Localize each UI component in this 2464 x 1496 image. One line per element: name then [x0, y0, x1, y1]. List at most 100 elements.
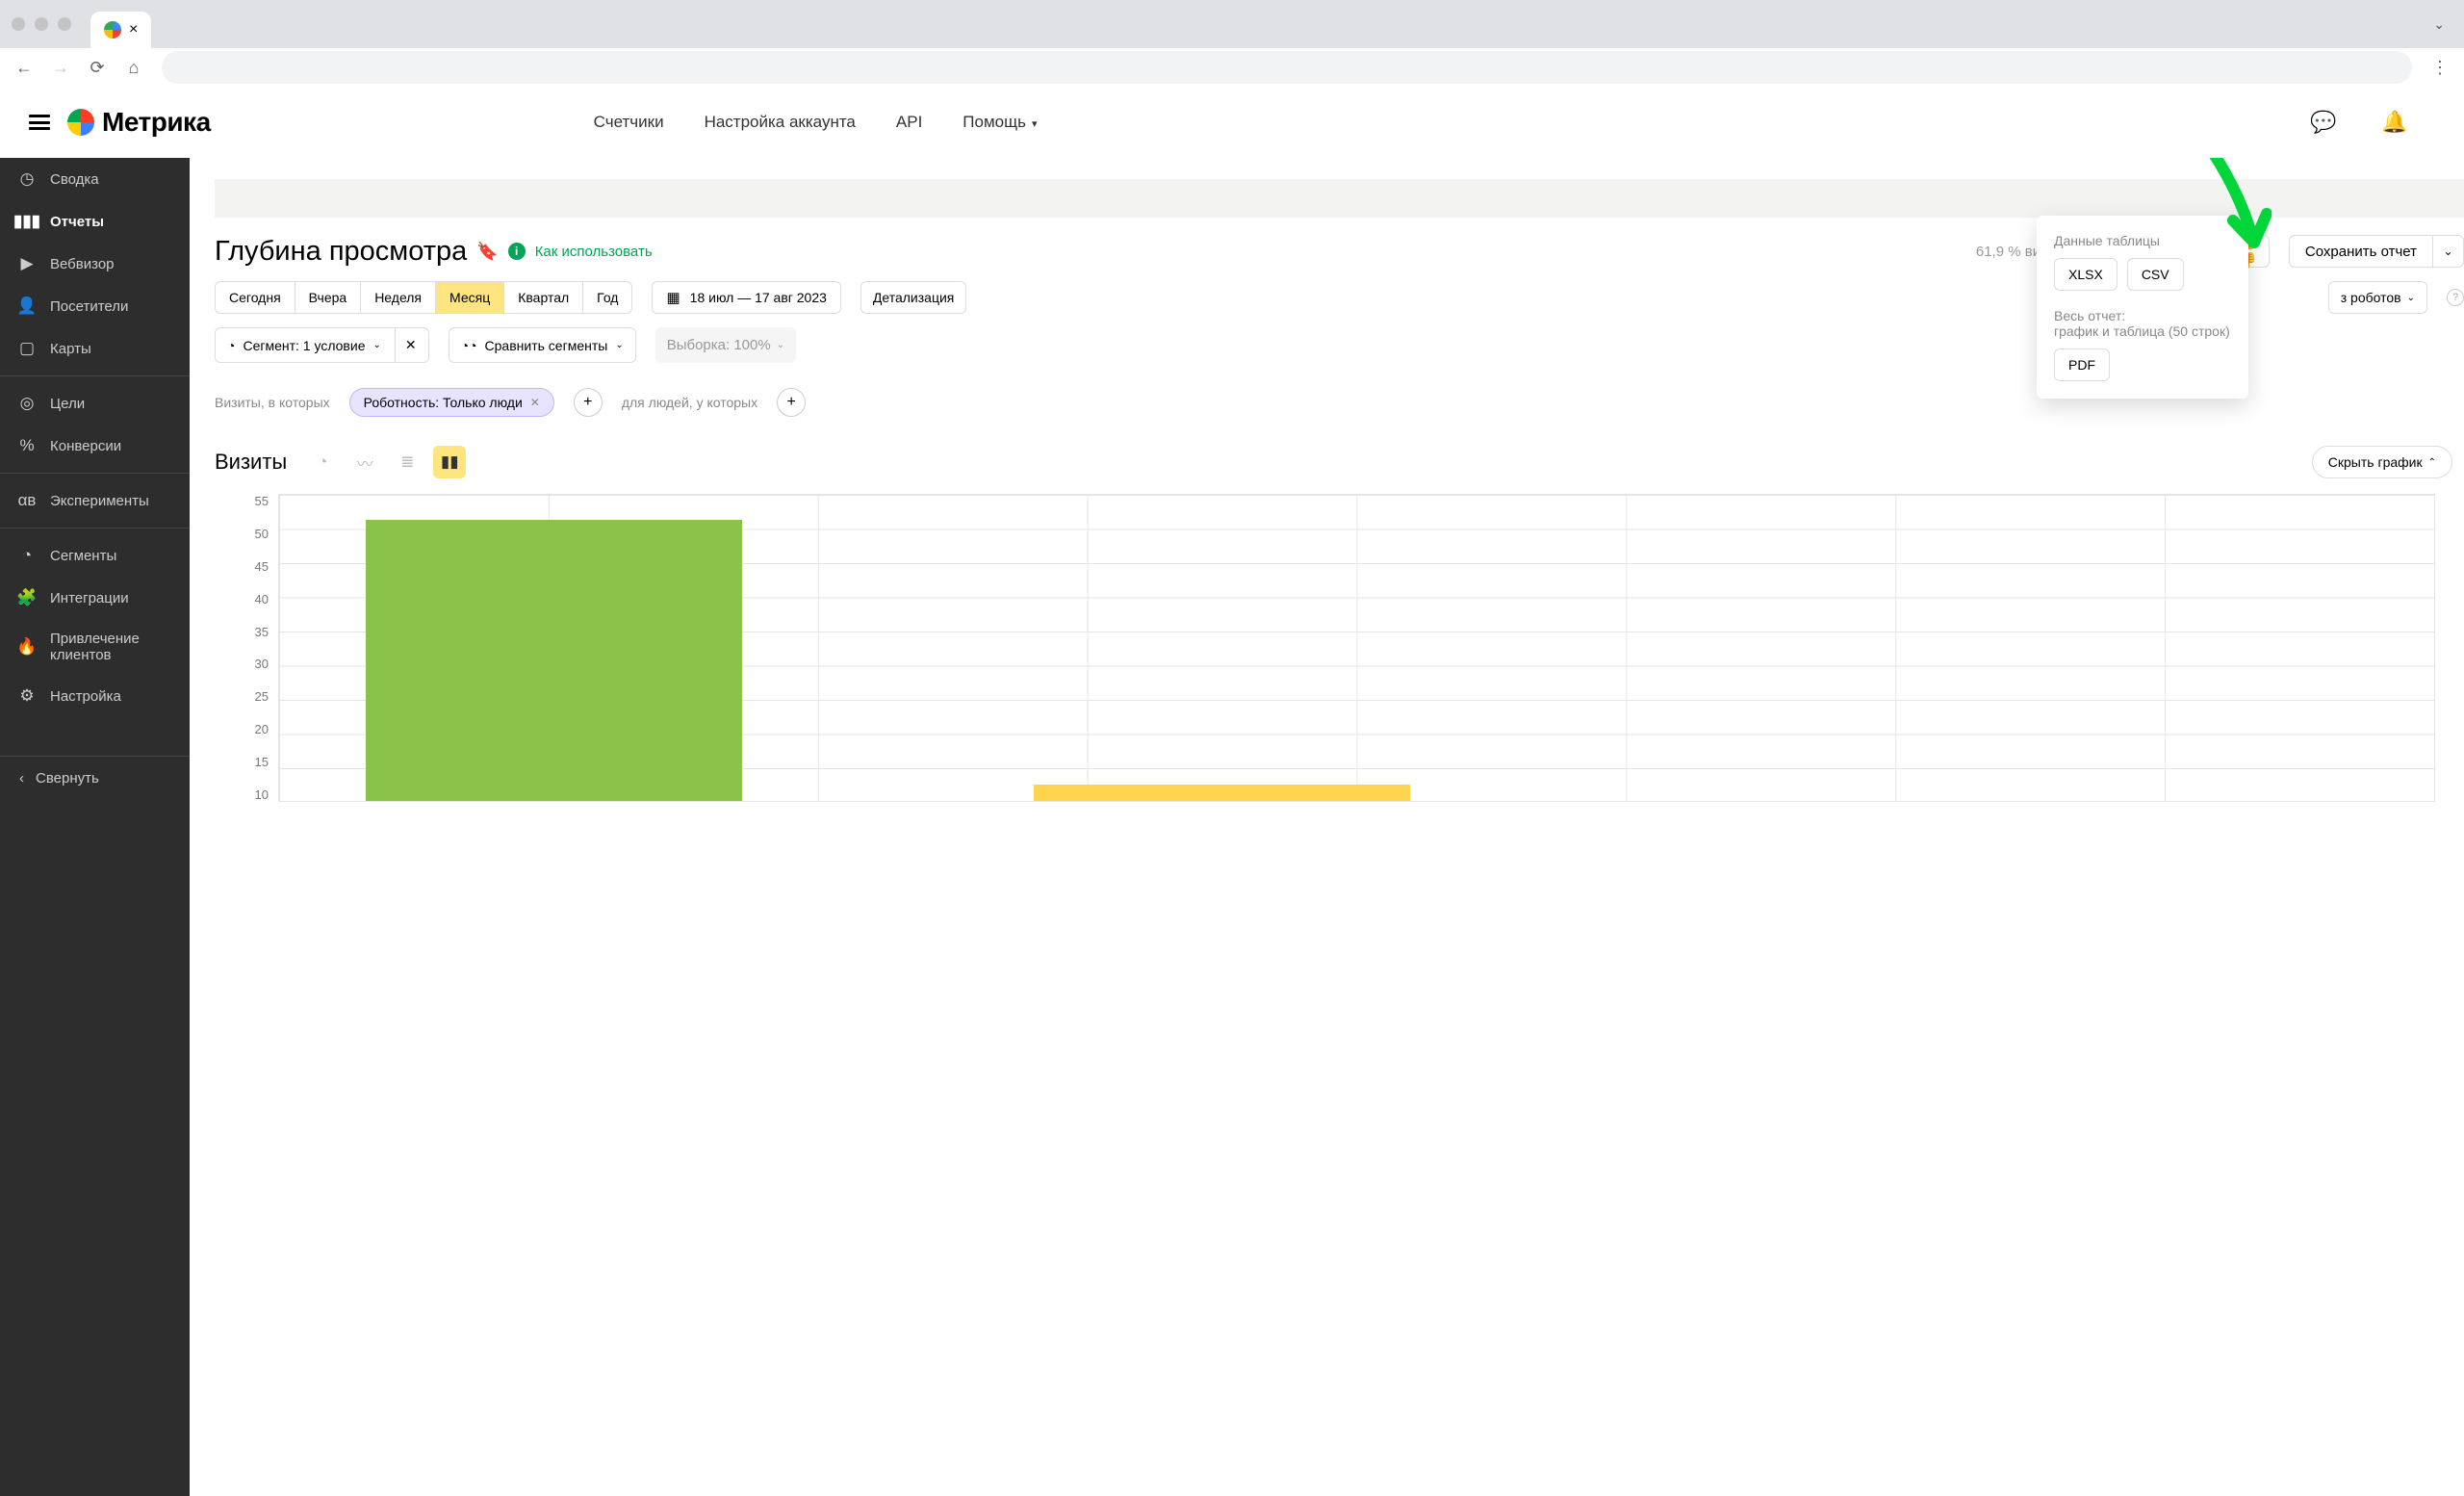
compare-segments-button[interactable]: ◔◔ Сравнить сегменты ⌄: [449, 327, 636, 363]
plot-area[interactable]: [278, 494, 2435, 802]
nav-back-icon[interactable]: ←: [10, 53, 38, 82]
export-table-title: Данные таблицы: [2054, 233, 2231, 248]
nav-counters[interactable]: Счетчики: [594, 113, 664, 132]
info-icon: i: [508, 243, 526, 260]
period-month[interactable]: Месяц: [435, 281, 504, 314]
nav-help[interactable]: Помощь: [962, 113, 1037, 132]
pill-remove-icon[interactable]: ✕: [530, 396, 540, 409]
nav-reload-icon[interactable]: ⟳: [83, 53, 112, 82]
sample-selector[interactable]: Выборка: 100%⌄: [655, 327, 796, 363]
sidebar-label: Карты: [50, 341, 91, 357]
export-full-title: Весь отчет: график и таблица (50 строк): [2054, 308, 2231, 339]
chart-type-line-icon[interactable]: 〰: [348, 446, 381, 478]
chevron-up-icon: ⌃: [2428, 457, 2436, 468]
window-close-icon[interactable]: [12, 17, 25, 31]
sidebar-item-integrations[interactable]: 🧩Интеграции: [0, 577, 190, 619]
save-report-label: Сохранить отчет: [2290, 244, 2432, 260]
chart-type-donut-icon[interactable]: ◔: [306, 446, 339, 478]
export-csv-button[interactable]: CSV: [2127, 258, 2184, 291]
logo[interactable]: Метрика: [67, 107, 211, 138]
period-today[interactable]: Сегодня: [215, 281, 295, 314]
chart-type-area-icon[interactable]: ≣: [391, 446, 424, 478]
top-nav: Счетчики Настройка аккаунта API Помощь: [594, 113, 1038, 132]
favicon-icon: [104, 21, 121, 39]
browser-chrome: × ⌄ ← → ⟳ ⌂ ⋮: [0, 0, 2464, 87]
window-maximize-icon[interactable]: [58, 17, 71, 31]
bell-icon[interactable]: 🔔: [2381, 110, 2406, 135]
nav-home-icon[interactable]: ⌂: [119, 53, 148, 82]
sidebar-item-reports[interactable]: ▮▮▮ Отчеты: [0, 200, 190, 243]
sidebar-item-experiments[interactable]: αвЭксперименты: [0, 479, 190, 522]
sidebar-item-visitors[interactable]: 👤Посетители: [0, 285, 190, 327]
period-yesterday[interactable]: Вчера: [295, 281, 362, 314]
for-people-label: для людей, у которых: [622, 395, 757, 410]
period-quarter[interactable]: Квартал: [503, 281, 583, 314]
date-range-picker[interactable]: ▦ 18 июл — 17 авг 2023: [652, 281, 840, 314]
help-icon[interactable]: ?: [2447, 289, 2464, 306]
browser-menu-icon[interactable]: ⋮: [2426, 53, 2454, 82]
url-bar[interactable]: [162, 51, 2412, 84]
sidebar-label: Цели: [50, 396, 85, 412]
segment-button[interactable]: ◔ Сегмент: 1 условие ⌄ ✕: [215, 327, 429, 363]
export-pdf-button[interactable]: PDF: [2054, 348, 2110, 381]
chat-icon[interactable]: 💬: [2310, 110, 2335, 135]
filter-pill-robotness[interactable]: Роботность: Только люди ✕: [349, 388, 554, 417]
save-report-button[interactable]: Сохранить отчет ⌄: [2289, 235, 2464, 268]
tabs-dropdown-icon[interactable]: ⌄: [2433, 16, 2445, 33]
play-icon: ▶: [17, 254, 37, 273]
export-xlsx-button[interactable]: XLSX: [2054, 258, 2118, 291]
add-people-filter-button[interactable]: +: [777, 388, 806, 417]
chevron-left-icon: ‹: [19, 770, 24, 787]
y-tick: 30: [255, 657, 269, 671]
collapse-label: Свернуть: [36, 770, 99, 787]
y-tick: 20: [255, 722, 269, 736]
segment-clear-icon[interactable]: ✕: [395, 328, 417, 362]
period-group: Сегодня Вчера Неделя Месяц Квартал Год: [215, 281, 632, 314]
y-tick: 35: [255, 625, 269, 639]
bookmark-icon[interactable]: 🔖: [476, 242, 498, 262]
window-minimize-icon[interactable]: [35, 17, 48, 31]
sidebar-label: Сегменты: [50, 548, 116, 564]
sidebar-item-summary[interactable]: ◷Сводка: [0, 158, 190, 200]
sidebar-item-acquisition[interactable]: 🔥Привлечение клиентов: [0, 619, 190, 675]
bar-yellow[interactable]: [1034, 785, 1411, 801]
chart-header: Визиты ◔ 〰 ≣ ▮▮ Скрыть график ⌃: [215, 446, 2464, 478]
logo-text: Метрика: [102, 107, 211, 138]
sidebar-item-segments[interactable]: ◔Сегменты: [0, 534, 190, 577]
sidebar-label: Отчеты: [50, 214, 104, 230]
nav-forward-icon[interactable]: →: [46, 53, 75, 82]
sidebar-item-settings[interactable]: ⚙Настройка: [0, 675, 190, 717]
chart-type-bar-icon[interactable]: ▮▮: [433, 446, 466, 478]
y-tick: 45: [255, 559, 269, 574]
period-week[interactable]: Неделя: [360, 281, 436, 314]
app-header: Метрика Счетчики Настройка аккаунта API …: [0, 87, 2464, 158]
tab-close-icon[interactable]: ×: [129, 21, 138, 39]
hide-chart-button[interactable]: Скрыть график ⌃: [2312, 446, 2452, 478]
sidebar-label: Интеграции: [50, 590, 129, 606]
how-to-link[interactable]: Как использовать: [535, 244, 653, 260]
sidebar-item-maps[interactable]: ▢Карты: [0, 327, 190, 370]
sidebar-item-webvisor[interactable]: ▶Вебвизор: [0, 243, 190, 285]
add-visit-filter-button[interactable]: +: [574, 388, 603, 417]
logo-icon: [67, 109, 94, 136]
sidebar-item-goals[interactable]: ◎Цели: [0, 382, 190, 425]
bars-icon: ▮▮▮: [17, 212, 37, 231]
sidebar-collapse[interactable]: ‹ Свернуть: [0, 756, 190, 800]
period-year[interactable]: Год: [582, 281, 632, 314]
sidebar-label: Конверсии: [50, 438, 121, 454]
y-tick: 25: [255, 689, 269, 704]
chart: 55 50 45 40 35 30 25 20 15 10: [215, 494, 2464, 802]
sidebar: ◷Сводка ▮▮▮Отчеты ▶Вебвизор 👤Посетители …: [0, 158, 190, 1496]
ab-icon: αв: [17, 491, 37, 510]
sidebar-item-conversions[interactable]: %Конверсии: [0, 425, 190, 467]
nav-account-settings[interactable]: Настройка аккаунта: [705, 113, 856, 132]
window-controls[interactable]: [12, 17, 71, 31]
nav-api[interactable]: API: [896, 113, 922, 132]
menu-toggle-icon[interactable]: [29, 115, 50, 130]
save-report-dropdown-icon[interactable]: ⌄: [2432, 236, 2463, 267]
browser-tab[interactable]: ×: [90, 12, 151, 48]
gear-icon: ⚙: [17, 686, 37, 706]
bar-green[interactable]: [366, 520, 743, 801]
robots-select[interactable]: з роботов⌄: [2328, 281, 2427, 314]
detail-select[interactable]: Детализация: [860, 281, 966, 314]
